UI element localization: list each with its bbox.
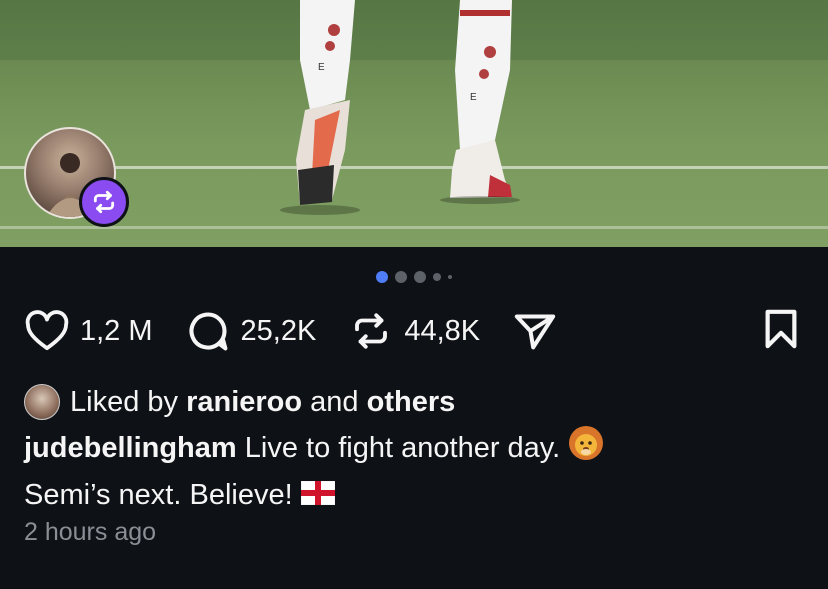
carousel-indicator[interactable] (0, 269, 828, 285)
post-caption: judebellingham Live to fight another day… (24, 425, 804, 518)
liker-avatar[interactable] (24, 384, 60, 420)
post-image[interactable]: E E (0, 0, 828, 247)
svg-text:E: E (318, 62, 325, 73)
liked-by-row[interactable]: Liked by ranieroo and others (24, 382, 455, 422)
replies-count: 25,2K (240, 314, 317, 347)
carousel-dot-active[interactable] (376, 271, 388, 283)
liked-by-prefix: Liked by (70, 385, 179, 418)
reply-button[interactable]: 25,2K (185, 308, 317, 354)
bookmark-icon (763, 308, 799, 355)
caption-line-2: Semi’s next. Believe! (24, 479, 293, 511)
author-avatar-group[interactable] (24, 127, 129, 227)
bookmark-button[interactable] (758, 306, 804, 356)
lion-emoji (568, 425, 604, 474)
liked-by-others[interactable]: others (367, 386, 456, 419)
post-timestamp: 2 hours ago (24, 518, 157, 546)
caption-line-1: Live to fight another day. (244, 432, 561, 465)
repost-button[interactable]: 44,8K (348, 308, 480, 354)
share-icon (512, 308, 558, 354)
share-button[interactable] (512, 308, 558, 354)
liked-by-connector: and (310, 385, 359, 418)
carousel-dot[interactable] (433, 273, 441, 281)
comment-icon (185, 308, 231, 354)
liker-username[interactable]: ranieroo (186, 386, 302, 419)
likes-count: 1,2 M (80, 314, 153, 347)
carousel-dot[interactable] (414, 271, 426, 283)
reposts-count: 44,8K (404, 314, 481, 347)
carousel-dot[interactable] (395, 271, 407, 283)
carousel-dot[interactable] (448, 275, 452, 279)
repost-icon (348, 308, 394, 354)
heart-icon (24, 308, 70, 354)
like-button[interactable]: 1,2 M (24, 308, 153, 354)
england-flag-emoji (300, 475, 335, 518)
author-username[interactable]: judebellingham (24, 432, 237, 464)
repost-badge-icon (79, 177, 129, 227)
svg-text:E: E (470, 92, 477, 103)
post-actions: 1,2 M 25,2K 44,8K (24, 306, 804, 356)
